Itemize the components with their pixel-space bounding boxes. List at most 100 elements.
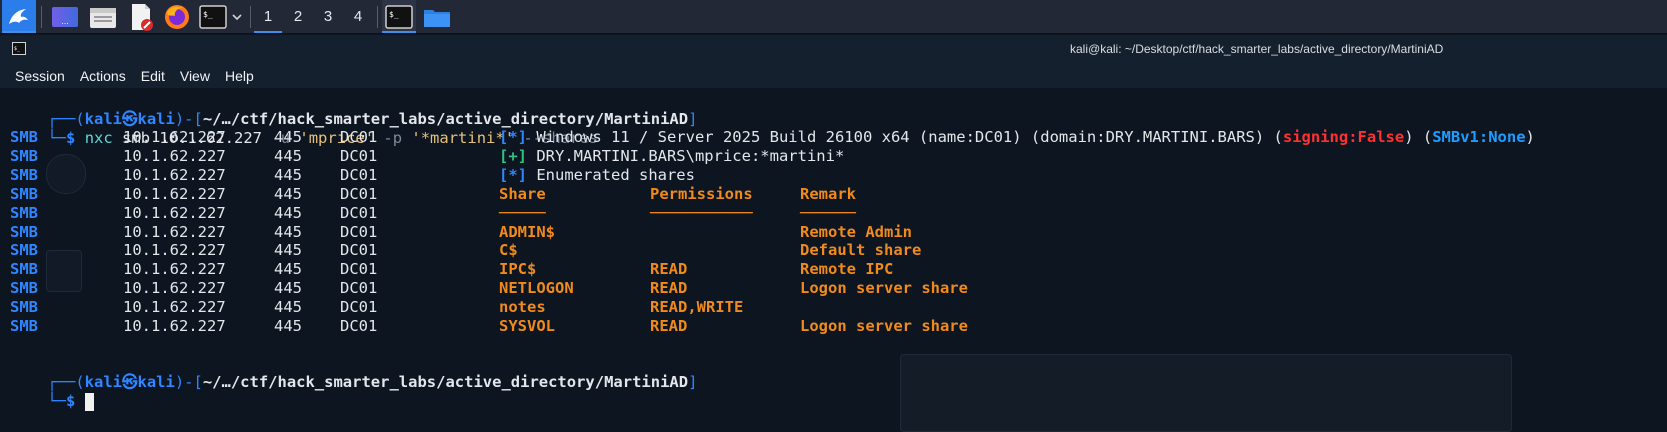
proto-cell: SMB: [10, 279, 38, 298]
share-permissions: READ: [650, 260, 688, 279]
menu-actions[interactable]: Actions: [80, 68, 126, 84]
info-text: Windows 11 / Server 2025 Build 26100 x64…: [527, 128, 1283, 146]
desktop-computer-icon: [46, 154, 86, 194]
header-permissions: Permissions: [650, 184, 753, 203]
taskbar: ... $_ 1 2 3 4 $_: [0, 0, 1667, 34]
share-remark: Remote IPC: [800, 260, 894, 279]
desktop-trash-icon: [46, 250, 82, 292]
share-name: ADMIN$: [499, 222, 555, 241]
info-end: ): [1525, 128, 1535, 146]
firefox-launcher[interactable]: [160, 0, 194, 33]
terminal-launcher[interactable]: $_: [197, 0, 229, 33]
terminal-launcher-dropdown[interactable]: [229, 0, 245, 33]
share-name: notes: [499, 298, 546, 317]
ip-cell: 10.1.62.227: [123, 317, 226, 335]
text-cursor: [84, 392, 94, 411]
share-permissions: READ,WRITE: [650, 298, 744, 317]
proto-cell: SMB: [10, 317, 38, 335]
workspace-4[interactable]: 4: [344, 0, 372, 33]
port-cell: 445: [274, 146, 302, 165]
port-cell: 445: [274, 260, 302, 279]
ip-cell: 10.1.62.227: [123, 146, 226, 165]
background-window-ghost: [900, 354, 1512, 432]
underline-remark: ──────: [800, 203, 856, 222]
header-remark: Remark: [800, 184, 856, 203]
share-remark: Logon server share: [800, 317, 968, 335]
text-editor-launcher[interactable]: [124, 0, 158, 33]
file-manager-icon: [90, 7, 116, 28]
host-cell: DC01: [340, 298, 378, 317]
signing-status: signing:False: [1282, 128, 1405, 146]
show-desktop-button[interactable]: ...: [48, 0, 82, 33]
terminal-window-icon: $_: [12, 42, 26, 55]
host-cell: DC01: [340, 222, 378, 241]
ip-cell: 10.1.62.227: [123, 241, 226, 260]
port-cell: 445: [274, 222, 302, 241]
menu-session[interactable]: Session: [15, 68, 65, 84]
task-terminal-window[interactable]: $_: [382, 0, 416, 33]
workspace-3[interactable]: 3: [314, 0, 342, 33]
share-permissions: READ: [650, 279, 688, 298]
terminal-titlebar[interactable]: $_ kali@kali: ~/Desktop/ctf/hack_smarter…: [0, 35, 1667, 63]
terminal-icon: $_: [199, 4, 227, 29]
proto-cell: SMB: [10, 203, 38, 222]
enum-marker: [*]: [499, 165, 527, 184]
host-cell: DC01: [340, 241, 378, 260]
underline-share: ─────: [499, 203, 546, 222]
host-cell: DC01: [340, 128, 378, 146]
info-marker: [*]: [499, 128, 527, 146]
info-message: [*] Windows 11 / Server 2025 Build 26100…: [499, 127, 1535, 147]
svg-text:$_: $_: [203, 10, 213, 19]
auth-text: DRY.MARTINI.BARS\mprice:*martini*: [527, 146, 845, 165]
task-folder-window[interactable]: [420, 0, 454, 33]
host-cell: DC01: [340, 260, 378, 279]
workspace-2[interactable]: 2: [284, 0, 312, 33]
share-name: C$: [499, 241, 518, 260]
command-flag-p: -p: [383, 129, 403, 147]
auth-message: [+] DRY.MARTINI.BARS\mprice:*martini*: [499, 146, 844, 166]
info-mid: ) (: [1404, 128, 1433, 146]
folder-icon: [424, 9, 450, 27]
prompt-line-2: ┌──(kali㉿kali)-[~/…/ctf/hack_smarter_lab…: [47, 373, 698, 391]
menu-bar: Session Actions Edit View Help: [0, 63, 1667, 88]
proto-cell: SMB: [10, 128, 38, 146]
host-cell: DC01: [340, 165, 378, 184]
host-cell: DC01: [340, 279, 378, 298]
menu-edit[interactable]: Edit: [141, 68, 165, 84]
desktop-icon: ...: [52, 6, 78, 27]
ip-cell: 10.1.62.227: [123, 298, 226, 317]
workspace-1[interactable]: 1: [254, 0, 282, 33]
file-manager-launcher[interactable]: [86, 0, 120, 33]
enum-text: Enumerated shares: [527, 165, 695, 184]
proto-cell: SMB: [10, 241, 38, 260]
share-remark: Remote Admin: [800, 222, 912, 241]
kali-menu-button[interactable]: [2, 0, 36, 33]
share-remark: Default share: [800, 241, 922, 260]
port-cell: 445: [274, 128, 302, 146]
command-line-1: └─$ nxc smb 10.1.62.227 -u 'mprice' -p '…: [47, 129, 599, 147]
host-cell: DC01: [340, 184, 378, 203]
menu-help[interactable]: Help: [225, 68, 254, 84]
prompt-symbol: $: [66, 129, 76, 147]
smbv1-status: SMBv1:None: [1432, 128, 1526, 146]
underline-permissions: ───────────: [650, 203, 753, 222]
prompt-line-1: ┌──(kali㉿kali)-[~/…/ctf/hack_smarter_lab…: [47, 110, 698, 128]
firefox-icon: [165, 4, 189, 29]
terminal-output[interactable]: ┌──(kali㉿kali)-[~/…/ctf/hack_smarter_lab…: [0, 88, 1667, 432]
host-cell: DC01: [340, 203, 378, 222]
share-remark: Logon server share: [800, 279, 968, 298]
command-line-2[interactable]: └─$: [10, 371, 94, 411]
svg-text:...: ...: [61, 17, 69, 26]
ip-cell: 10.1.62.227: [123, 260, 226, 279]
text-editor-icon: [132, 3, 153, 31]
menu-view[interactable]: View: [180, 68, 210, 84]
terminal-icon: $_: [385, 4, 413, 29]
port-cell: 445: [274, 279, 302, 298]
svg-text:$_: $_: [389, 10, 399, 19]
header-share: Share: [499, 184, 546, 203]
proto-cell: SMB: [10, 298, 38, 317]
port-cell: 445: [274, 203, 302, 222]
ip-cell: 10.1.62.227: [123, 128, 226, 146]
ip-cell: 10.1.62.227: [123, 222, 226, 241]
ip-cell: 10.1.62.227: [123, 184, 226, 203]
